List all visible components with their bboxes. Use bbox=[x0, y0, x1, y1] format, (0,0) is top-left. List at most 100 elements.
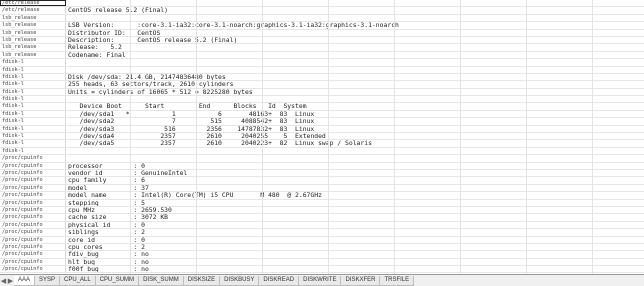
cell-column-a[interactable]: /proc/cpuinfo bbox=[0, 266, 66, 273]
cell-column-a[interactable]: /proc/cpuinfo bbox=[0, 155, 66, 162]
sheet-row: lsb_release Codename: Final bbox=[0, 51, 644, 60]
cell-column-a[interactable]: /etc/release bbox=[0, 0, 66, 7]
cell-column-a[interactable]: fdisk-l bbox=[0, 96, 66, 103]
cell-column-b[interactable]: model : 37 bbox=[66, 185, 644, 191]
cell-column-b[interactable]: fdiv_bug : no bbox=[66, 251, 644, 257]
cell-column-a[interactable]: fdisk-l bbox=[0, 118, 66, 125]
cell-column-b[interactable] bbox=[66, 15, 644, 21]
sheet-tab[interactable]: DISKREAD bbox=[258, 275, 300, 286]
cell-column-b[interactable]: cpu cores : 2 bbox=[66, 244, 644, 250]
sheet-tab[interactable]: CPU_SUMM bbox=[94, 275, 140, 286]
cell-column-b[interactable]: cache size : 3072 KB bbox=[66, 214, 644, 220]
cell-column-a[interactable]: lsb_release bbox=[0, 36, 66, 44]
cell-column-a[interactable]: fdisk-l bbox=[0, 88, 66, 96]
cell-column-b[interactable] bbox=[66, 0, 644, 6]
cell-column-b[interactable]: cpu family : 6 bbox=[66, 177, 644, 183]
cell-column-a[interactable]: /proc/cpuinfo bbox=[0, 162, 66, 169]
cell-column-b[interactable]: f00f_bug : no bbox=[66, 266, 644, 272]
cell-column-a[interactable]: /proc/cpuinfo bbox=[0, 192, 66, 199]
sheet-tab[interactable]: AAA bbox=[14, 275, 36, 286]
cell-column-b[interactable]: /dev/sda3 516 2356 14787832+ 83 Linux bbox=[66, 126, 644, 132]
cell-column-a[interactable]: fdisk-l bbox=[0, 133, 66, 140]
cell-column-b[interactable]: /dev/sda2 7 515 4088542+ 83 Linux bbox=[66, 118, 644, 124]
cell-column-a[interactable]: fdisk-l bbox=[0, 73, 66, 81]
cell-column-b[interactable]: Disk /dev/sda: 21.4 GB, 21474836480 byte… bbox=[66, 74, 644, 80]
cell-column-b[interactable]: /dev/sda4 2357 2610 2040255 5 Extended bbox=[66, 133, 644, 139]
cell-column-b[interactable]: hlt_bug : no bbox=[66, 259, 644, 265]
cell-column-a[interactable]: fdisk-l bbox=[0, 103, 66, 110]
cell-column-a[interactable]: fdisk-l bbox=[0, 125, 66, 133]
sheet-row: fdisk-l Device Boot Start End Blocks Id … bbox=[0, 103, 644, 111]
sheet-tab[interactable]: DISK_SUMM bbox=[138, 275, 184, 286]
cell-column-b[interactable]: Units = cylinders of 16065 * 512 = 82252… bbox=[66, 89, 644, 95]
cell-column-a[interactable]: /proc/cpuinfo bbox=[0, 199, 66, 206]
cell-column-a[interactable]: /proc/cpuinfo bbox=[0, 206, 66, 214]
cell-column-b[interactable] bbox=[66, 59, 644, 65]
cell-column-a[interactable]: /proc/cpuinfo bbox=[0, 258, 66, 266]
sheet-tab[interactable]: DISKWRITE bbox=[298, 275, 342, 286]
cell-column-a[interactable]: /proc/cpuinfo bbox=[0, 229, 66, 236]
cell-column-b[interactable]: Description: CentOS release 5.2 (Final) bbox=[66, 37, 644, 43]
cell-column-b[interactable]: CentOS release 5.2 (Final) bbox=[66, 7, 644, 13]
cell-column-a[interactable]: fdisk-l bbox=[0, 147, 66, 155]
sheet-row: fdisk-l bbox=[0, 66, 644, 74]
sheet-row: lsb_release bbox=[0, 14, 644, 23]
sheet-tab[interactable]: DISKSIZE bbox=[182, 275, 221, 286]
cell-column-b[interactable]: Distributor ID: CentOS bbox=[66, 30, 644, 36]
cell-column-b[interactable] bbox=[66, 67, 644, 73]
cell-column-a[interactable]: lsb_release bbox=[0, 22, 66, 29]
cell-column-a[interactable]: /proc/cpuinfo bbox=[0, 221, 66, 229]
cell-column-a[interactable]: /proc/cpuinfo bbox=[0, 236, 66, 243]
cell-column-a[interactable]: /proc/cpuinfo bbox=[0, 243, 66, 251]
tab-scroll-left-icon[interactable]: ◀ bbox=[0, 277, 7, 285]
cell-column-b[interactable]: Codename: Final bbox=[66, 52, 644, 58]
cell-column-b[interactable]: 255 heads, 63 sectors/track, 2610 cylind… bbox=[66, 81, 644, 87]
cell-column-a[interactable]: lsb_release bbox=[0, 44, 66, 51]
tab-scroll-right-icon[interactable]: ▶ bbox=[7, 277, 14, 285]
cell-column-b[interactable]: core id : 0 bbox=[66, 237, 644, 243]
cell-column-b[interactable]: Device Boot Start End Blocks Id System bbox=[66, 103, 644, 109]
cell-column-b[interactable]: physical id : 0 bbox=[66, 222, 644, 228]
cell-column-b[interactable] bbox=[66, 155, 644, 161]
cell-column-b[interactable]: siblings : 2 bbox=[66, 229, 644, 235]
cell-column-b[interactable] bbox=[66, 96, 644, 102]
cell-column-a[interactable]: lsb_release bbox=[0, 51, 66, 59]
sheet-row: fdisk-l /dev/sda1 * 1 6 48163+ 83 Linux bbox=[0, 110, 644, 119]
cell-column-b[interactable] bbox=[66, 148, 644, 154]
cell-column-a[interactable]: /proc/cpuinfo bbox=[0, 177, 66, 184]
sheet-row: lsb_release Distributor ID: CentOS bbox=[0, 29, 644, 37]
sheet-row: /proc/cpuinfo hlt_bug : no bbox=[0, 258, 644, 267]
cell-column-a[interactable]: /proc/cpuinfo bbox=[0, 184, 66, 192]
cell-column-a[interactable]: /proc/cpuinfo bbox=[0, 169, 66, 177]
cell-column-a[interactable]: fdisk-l bbox=[0, 110, 66, 118]
cell-column-a[interactable]: fdisk-l bbox=[0, 59, 66, 66]
cell-column-b[interactable]: cpu MHz : 2659.530 bbox=[66, 207, 644, 213]
sheet-tab-bar: ◀ ▶ AAA SYSP CPU_ALL CPU_SUMM DISK_SUMM DISKS… bbox=[0, 274, 644, 286]
cell-column-b[interactable]: Release: 5.2 bbox=[66, 44, 644, 50]
cell-column-b[interactable]: processor : 0 bbox=[66, 163, 644, 169]
cell-column-a[interactable]: fdisk-l bbox=[0, 66, 66, 73]
cell-column-b[interactable]: /dev/sda5 2357 2610 2040223+ 82 Linux sw… bbox=[66, 140, 644, 146]
cell-column-b[interactable]: model name : Intel(R) Core(TM) i5 CPU M … bbox=[66, 192, 644, 198]
cell-column-b[interactable]: vendor_id : GenuineIntel bbox=[66, 170, 644, 176]
cell-column-a[interactable]: /etc/release bbox=[0, 7, 66, 14]
cell-column-b[interactable]: LSB Version: :core-3.1-ia32:core-3.1-noa… bbox=[66, 22, 644, 28]
sheet-tab[interactable]: SYSP bbox=[34, 275, 61, 286]
sheet-tab[interactable]: TRSFILE bbox=[379, 275, 415, 286]
column-gridline bbox=[196, 0, 197, 274]
column-gridline bbox=[592, 0, 593, 274]
sheet-tab[interactable]: CPU_ALL bbox=[59, 275, 96, 286]
sheet-row: /etc/release bbox=[0, 0, 644, 8]
sheet-tab[interactable]: DISKXFER bbox=[340, 275, 381, 286]
cell-column-b[interactable]: /dev/sda1 * 1 6 48163+ 83 Linux bbox=[66, 111, 644, 117]
cell-column-a[interactable]: fdisk-l bbox=[0, 81, 66, 88]
cell-column-a[interactable]: lsb_release bbox=[0, 29, 66, 36]
cell-column-b[interactable]: stepping : 5 bbox=[66, 200, 644, 206]
cell-column-a[interactable]: /proc/cpuinfo bbox=[0, 214, 66, 221]
sheet-tab[interactable]: DISKBUSY bbox=[219, 275, 260, 286]
sheet-row: /etc/release CentOS release 5.2 (Final) bbox=[0, 7, 644, 15]
cell-column-a[interactable]: lsb_release bbox=[0, 14, 66, 22]
cell-column-a[interactable]: /proc/cpuinfo bbox=[0, 251, 66, 258]
spreadsheet: /etc/release/etc/release CentOS release 5… bbox=[0, 0, 644, 286]
cell-column-a[interactable]: fdisk-l bbox=[0, 140, 66, 147]
